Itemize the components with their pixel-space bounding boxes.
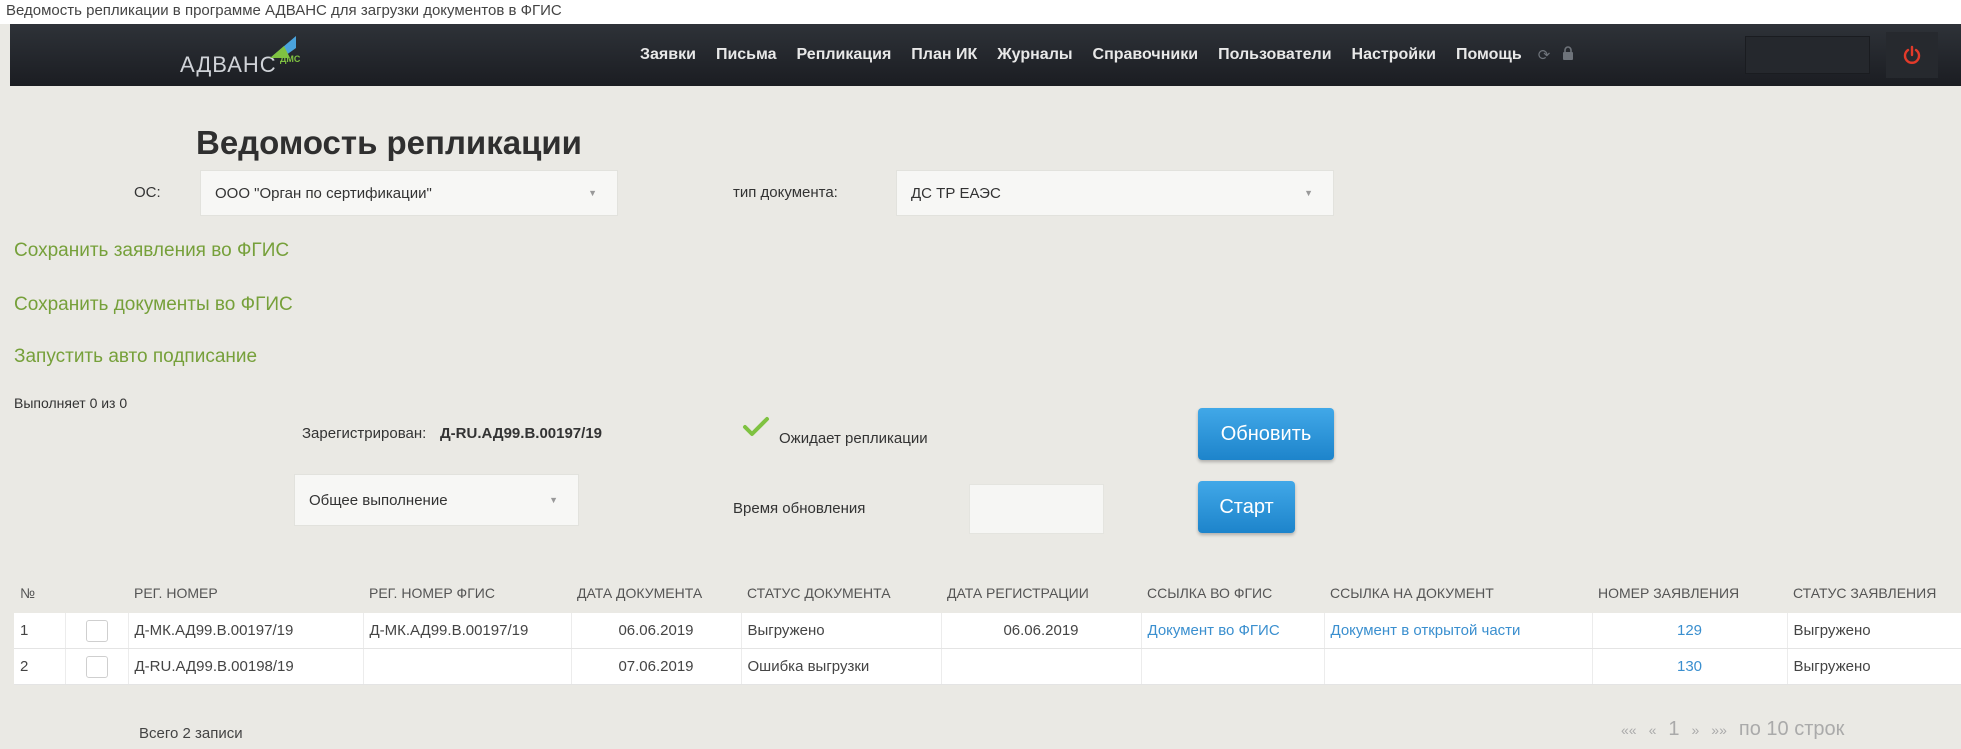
chevron-down-icon: ▼ — [1304, 188, 1313, 198]
registered-value: Д-RU.АД99.В.00197/19 — [440, 425, 603, 442]
table-row[interactable]: 2 Д-RU.АД99.В.00198/19 07.06.2019 Ошибка… — [14, 648, 1961, 685]
cell-app-status: Выгружено — [1787, 648, 1961, 685]
nav-item-plan-ik[interactable]: План ИК — [901, 46, 987, 64]
doc-type-label: тип документа: — [733, 184, 838, 201]
nav-item-nastroyki[interactable]: Настройки — [1342, 46, 1446, 64]
col-header-reg-number[interactable]: РЕГ. НОМЕР — [128, 573, 363, 613]
cell-link-fgis[interactable]: Документ во ФГИС — [1141, 613, 1325, 649]
refresh-icon[interactable]: ⟳ — [1532, 46, 1557, 64]
logo-sub: ДМС — [280, 54, 301, 64]
col-header-link-doc[interactable]: ССЫЛКА НА ДОКУМЕНТ — [1324, 573, 1592, 613]
table-header-row: № РЕГ. НОМЕР РЕГ. НОМЕР ФГИС ДАТА ДОКУМЕ… — [14, 573, 1961, 613]
cell-reg-number-fgis: Д-МК.АД99.В.00197/19 — [363, 613, 572, 649]
awaiting-replication-label: Ожидает репликации — [779, 430, 928, 447]
cell-doc-status: Ошибка выгрузки — [741, 648, 942, 685]
top-navbar: АДВАНС ДМС Заявки Письма Репликация План… — [10, 24, 1961, 86]
cell-app-status: Выгружено — [1787, 613, 1961, 649]
col-header-app-status[interactable]: СТАТУС ЗАЯВЛЕНИЯ — [1787, 573, 1961, 613]
col-header-app-number[interactable]: НОМЕР ЗАЯВЛЕНИЯ — [1592, 573, 1787, 613]
execution-mode-value: Общее выполнение — [309, 491, 448, 509]
table-row[interactable]: 1 Д-МК.АД99.В.00197/19 Д-МК.АД99.В.00197… — [14, 613, 1961, 649]
nav-item-spravochniki[interactable]: Справочники — [1083, 46, 1209, 64]
auto-sign-link[interactable]: Запустить авто подписание — [14, 346, 257, 368]
lock-icon[interactable] — [1556, 46, 1580, 64]
os-select[interactable]: ООО "Орган по сертификации" ▼ — [200, 170, 618, 216]
nav-item-pomosch[interactable]: Помощь — [1446, 46, 1532, 64]
nav-item-zayavki[interactable]: Заявки — [630, 46, 706, 64]
save-documents-link[interactable]: Сохранить документы во ФГИС — [14, 294, 293, 316]
registered-label: Зарегистрирован: — [302, 425, 427, 442]
execution-mode-select[interactable]: Общее выполнение ▼ — [294, 474, 579, 526]
col-header-link-fgis[interactable]: ССЫЛКА ВО ФГИС — [1141, 573, 1324, 613]
cell-num: 1 — [14, 613, 66, 649]
save-applications-link[interactable]: Сохранить заявления во ФГИС — [14, 240, 289, 262]
update-time-label: Время обновления — [733, 500, 866, 517]
cell-reg-number-fgis — [363, 648, 572, 685]
cell-reg-date — [941, 648, 1142, 685]
col-header-select — [65, 573, 128, 613]
cell-link-doc[interactable] — [1324, 648, 1593, 685]
cell-doc-date: 06.06.2019 — [571, 613, 742, 649]
pager-prev-button[interactable]: « — [1649, 722, 1657, 738]
total-records: Всего 2 записи — [139, 725, 243, 742]
pager-current-page[interactable]: 1 — [1668, 718, 1679, 741]
page-title: Ведомость репликации — [196, 124, 582, 161]
doc-type-select-value: ДС ТР ЕАЭС — [911, 184, 1001, 202]
refresh-button[interactable]: Обновить — [1198, 408, 1334, 460]
main-menu: Заявки Письма Репликация План ИК Журналы… — [630, 24, 1580, 86]
cell-reg-date: 06.06.2019 — [941, 613, 1142, 649]
cell-link-fgis[interactable] — [1141, 648, 1325, 685]
nav-search-field[interactable] — [1745, 36, 1870, 74]
col-header-doc-status[interactable]: СТАТУС ДОКУМЕНТА — [741, 573, 941, 613]
rows-per-page[interactable]: по 10 строк — [1739, 718, 1844, 741]
cell-num: 2 — [14, 648, 66, 685]
cell-link-doc[interactable]: Документ в открытой части — [1324, 613, 1593, 649]
row-checkbox[interactable] — [85, 655, 108, 678]
start-button[interactable]: Старт — [1198, 481, 1295, 533]
checkmark-icon[interactable] — [742, 416, 770, 438]
cell-select — [65, 648, 129, 685]
progress-text: Выполняет 0 из 0 — [14, 395, 128, 411]
pager-next-button[interactable]: » — [1692, 722, 1700, 738]
pager-last-button[interactable]: »» — [1711, 722, 1727, 738]
os-select-value: ООО "Орган по сертификации" — [215, 184, 432, 202]
cell-app-number[interactable]: 130 — [1592, 648, 1788, 685]
nav-item-replikaciya[interactable]: Репликация — [787, 46, 902, 64]
chevron-down-icon: ▼ — [549, 495, 558, 505]
cell-select — [65, 613, 129, 649]
cell-reg-number: Д-RU.АД99.В.00198/19 — [128, 648, 364, 685]
cell-reg-number: Д-МК.АД99.В.00197/19 — [128, 613, 364, 649]
logo-text: АДВАНС — [180, 52, 277, 77]
nav-item-polzovateli[interactable]: Пользователи — [1208, 46, 1341, 64]
cell-doc-date: 07.06.2019 — [571, 648, 742, 685]
cell-app-number[interactable]: 129 — [1592, 613, 1788, 649]
logout-button[interactable] — [1886, 32, 1938, 78]
col-header-reg-date[interactable]: ДАТА РЕГИСТРАЦИИ — [941, 573, 1141, 613]
doc-type-select[interactable]: ДС ТР ЕАЭС ▼ — [896, 170, 1334, 216]
col-header-doc-date[interactable]: ДАТА ДОКУМЕНТА — [571, 573, 741, 613]
update-time-input[interactable] — [969, 484, 1104, 534]
col-header-reg-number-fgis[interactable]: РЕГ. НОМЕР ФГИС — [363, 573, 571, 613]
os-label: ОС: — [134, 184, 161, 201]
pager-first-button[interactable]: «« — [1621, 722, 1637, 738]
pagination: «« « 1 » »» по 10 строк — [1615, 718, 1850, 741]
nav-item-zhurnaly[interactable]: Журналы — [987, 46, 1082, 64]
replication-table: № РЕГ. НОМЕР РЕГ. НОМЕР ФГИС ДАТА ДОКУМЕ… — [14, 573, 1961, 685]
row-checkbox[interactable] — [85, 619, 108, 642]
cell-doc-status: Выгружено — [741, 613, 942, 649]
nav-item-pisma[interactable]: Письма — [706, 46, 787, 64]
chevron-down-icon: ▼ — [588, 188, 597, 198]
col-header-num: № — [20, 585, 36, 601]
power-icon — [1903, 45, 1921, 64]
screenshot-caption: Ведомость репликации в программе АДВАНС … — [0, 0, 1961, 24]
